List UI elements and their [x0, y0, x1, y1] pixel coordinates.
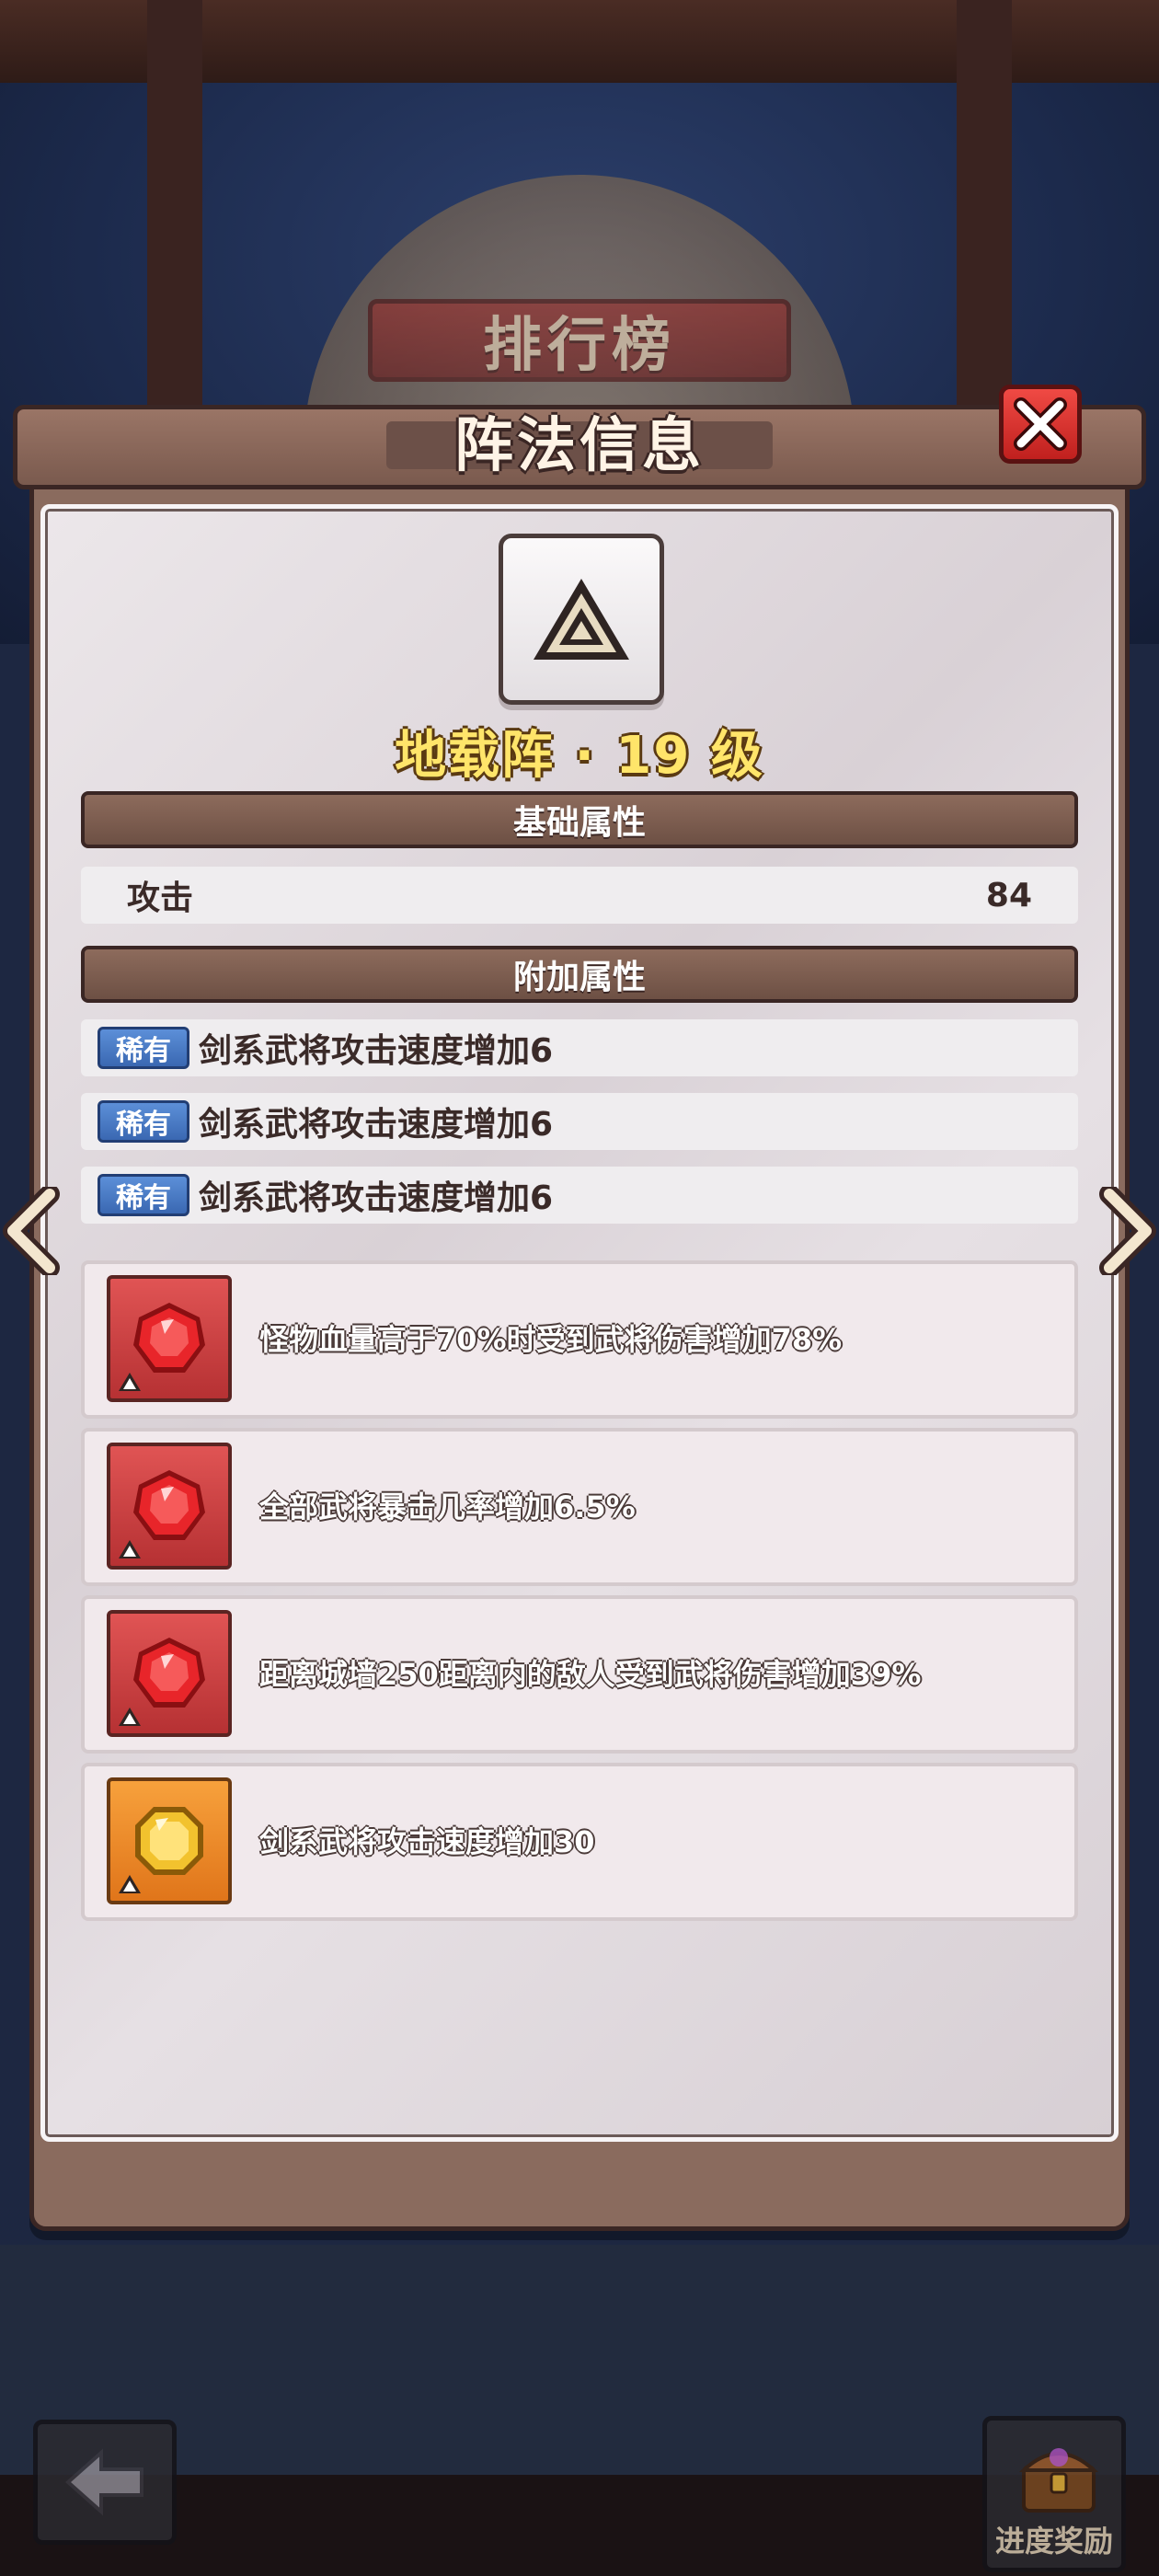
progress-reward-button[interactable]: 进度奖励 [982, 2416, 1126, 2572]
stat-label: 攻击 [127, 880, 194, 917]
next-arrow-button[interactable] [1096, 1184, 1157, 1278]
gem-card[interactable]: 全部武将暴击几率增加6.5% [81, 1428, 1078, 1586]
formation-mark-icon [119, 1708, 141, 1726]
ruby-gem-icon [107, 1610, 232, 1737]
bonus-text: 剑系武将攻击速度增加6 [199, 1179, 554, 1217]
formation-mark-icon [119, 1373, 141, 1391]
bonus-row: 稀有 剑系武将攻击速度增加6 [81, 1019, 1078, 1076]
formation-mark-icon [119, 1875, 141, 1893]
bonus-attributes-header: 附加属性 [81, 946, 1078, 1003]
rarity-badge: 稀有 [98, 1100, 189, 1143]
triangle-formation-icon [534, 579, 629, 660]
close-icon [1014, 397, 1067, 451]
gem-card[interactable]: 距离城墙250距离内的敌人受到武将伤害增加39% [81, 1595, 1078, 1754]
formation-mark-icon [119, 1540, 141, 1558]
formation-icon [499, 534, 664, 705]
rank-banner: 排行榜 [368, 299, 791, 382]
dialog-title: 阵法信息 [454, 412, 705, 480]
topaz-gem-icon [107, 1777, 232, 1904]
gem-card[interactable]: 剑系武将攻击速度增加30 [81, 1763, 1078, 1921]
bonus-row: 稀有 剑系武将攻击速度增加6 [81, 1167, 1078, 1224]
chevron-right-icon [1099, 1184, 1156, 1278]
stat-row-attack: 攻击 84 [81, 867, 1078, 924]
back-button[interactable] [33, 2420, 177, 2545]
rarity-badge: 稀有 [98, 1174, 189, 1216]
progress-reward-label: 进度奖励 [994, 2524, 1113, 2559]
gem-effect-text: 怪物血量高于70%时受到武将伤害增加78% [259, 1322, 843, 1357]
chevron-left-icon [3, 1184, 60, 1278]
gem-card[interactable]: 怪物血量高于70%时受到武将伤害增加78% [81, 1260, 1078, 1419]
gem-effect-text: 剑系武将攻击速度增加30 [259, 1824, 595, 1859]
ruby-gem-icon [107, 1275, 232, 1402]
base-attributes-header: 基础属性 [81, 791, 1078, 848]
bonus-text: 剑系武将攻击速度增加6 [199, 1032, 554, 1070]
close-button[interactable] [999, 385, 1082, 464]
gem-effect-text: 全部武将暴击几率增加6.5% [259, 1489, 636, 1524]
gem-effect-text: 距离城墙250距离内的敌人受到武将伤害增加39% [259, 1657, 922, 1692]
bonus-row: 稀有 剑系武将攻击速度增加6 [81, 1093, 1078, 1150]
rarity-badge: 稀有 [98, 1027, 189, 1069]
ruby-gem-icon [107, 1443, 232, 1570]
stat-value: 84 [985, 876, 1032, 914]
bonus-text: 剑系武将攻击速度增加6 [199, 1106, 554, 1144]
treasure-chest-icon [1018, 2448, 1099, 2513]
previous-arrow-button[interactable] [2, 1184, 63, 1278]
formation-name: 地载阵 · 19 级 [395, 725, 764, 786]
arrow-left-icon [64, 2448, 143, 2516]
